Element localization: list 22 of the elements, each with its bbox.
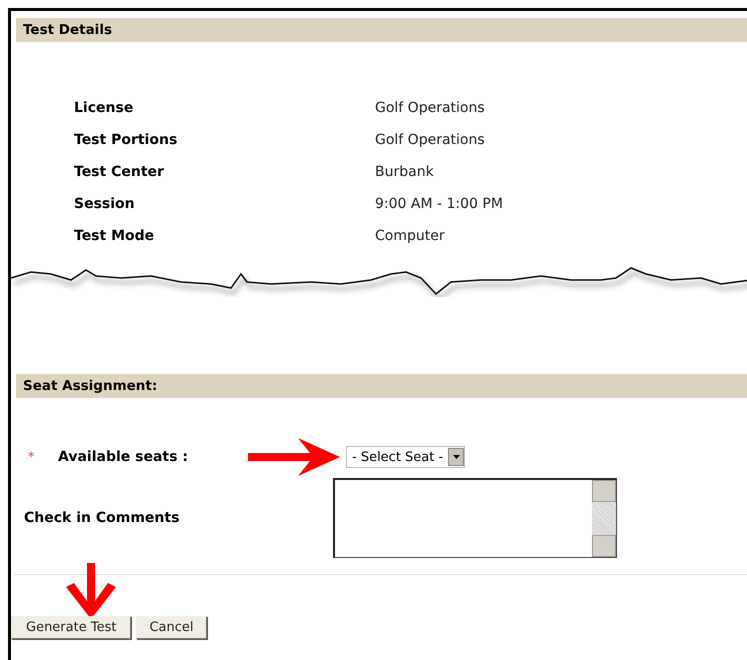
section-title: Test Details: [16, 18, 747, 42]
arrow-icon: [66, 563, 116, 619]
field-label: Test Center: [74, 164, 165, 180]
field-label: Check in Comments: [23, 510, 180, 526]
field-label: Test Portions: [74, 132, 178, 148]
caret-icon: [452, 455, 460, 459]
required-mark: *: [28, 450, 36, 464]
form-button[interactable]: Generate Test: [11, 616, 132, 639]
section-title: Seat Assignment:: [16, 374, 747, 398]
field-value: Golf Operations: [375, 132, 485, 148]
field-label: License: [74, 100, 134, 116]
field-label: Test Mode: [74, 228, 156, 244]
field-value: Burbank: [375, 164, 434, 180]
comments-field[interactable]: [333, 478, 617, 558]
field-value: Golf Operations: [375, 100, 485, 116]
form-button[interactable]: Cancel: [136, 616, 206, 639]
field-value: Computer: [375, 228, 445, 244]
seat-dropdown[interactable]: - Select Seat -: [346, 446, 466, 468]
field-label: Available seats :: [58, 449, 189, 465]
field-value: 9:00 AM - 1:00 PM: [375, 196, 503, 212]
arrow-icon: [248, 438, 340, 476]
field-label: Session: [74, 196, 136, 212]
